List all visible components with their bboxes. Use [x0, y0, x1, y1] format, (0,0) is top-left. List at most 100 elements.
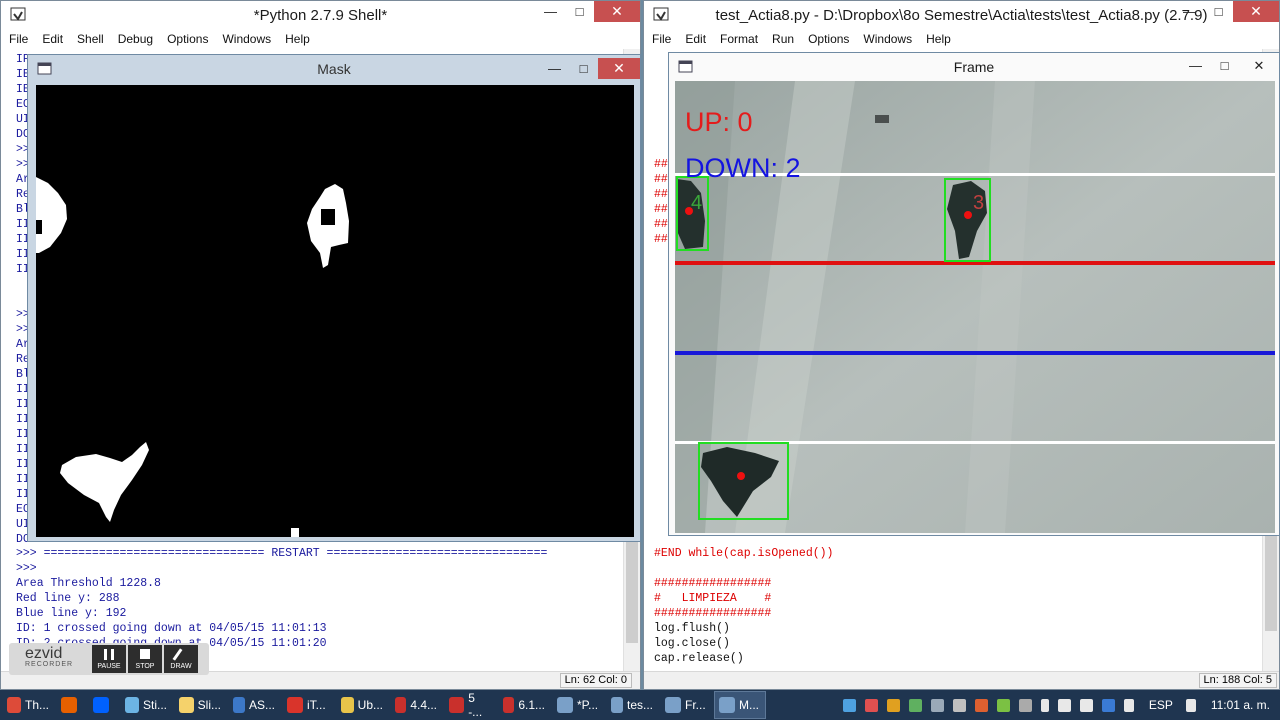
code-line: ################# — [654, 607, 772, 620]
shell-line: Area Threshold 1228.8 — [16, 577, 161, 590]
maximize-button[interactable]: □ — [569, 58, 598, 79]
shield-icon[interactable] — [1185, 698, 1196, 712]
maximize-button[interactable]: □ — [565, 1, 594, 22]
code-line: log.flush() — [654, 622, 730, 635]
stop-button[interactable]: STOP — [128, 645, 162, 673]
ezvid-recorder[interactable]: ezvid RECORDER PAUSE STOP DRAW — [9, 643, 209, 675]
code-line: cap.release() — [654, 652, 744, 665]
taskbar-item[interactable]: Th... — [2, 691, 54, 719]
close-button[interactable]: ✕ — [1233, 1, 1279, 22]
minimize-button[interactable]: — — [540, 58, 569, 79]
ezvid-logo: ezvid RECORDER — [9, 646, 89, 670]
taskbar-item[interactable]: *P... — [552, 691, 604, 719]
code-line: # LIMPIEZA # — [654, 592, 772, 605]
taskbar-item-label: M... — [739, 698, 759, 712]
taskbar-item-label: Ub... — [357, 698, 383, 712]
system-tray: ESP 11:01 a. m. — [842, 690, 1280, 720]
flag-icon[interactable] — [1123, 698, 1134, 712]
menu-item[interactable]: Run — [772, 32, 794, 46]
mask-window[interactable]: Mask — □ ✕ — [27, 54, 641, 542]
stop-label: STOP — [135, 663, 155, 670]
volume-icon[interactable] — [1079, 698, 1093, 712]
menu-item[interactable]: Help — [926, 32, 951, 46]
menu-item[interactable]: Format — [720, 32, 758, 46]
menu-item[interactable]: Windows — [222, 32, 271, 46]
taskbar-item[interactable]: Ub... — [336, 691, 388, 719]
menu-item[interactable]: Edit — [685, 32, 706, 46]
shell-line: >>> — [16, 562, 44, 575]
menu-item[interactable]: Edit — [42, 32, 63, 46]
minimize-button[interactable]: — — [1181, 55, 1210, 76]
taskbar-item-label: Sti... — [142, 698, 167, 712]
taskbar-item[interactable]: AS... — [228, 691, 280, 719]
draw-label: DRAW — [170, 663, 192, 670]
frame-window[interactable]: Frame — □ ✕ 4 3 UP: 0 DOWN: 2 — [668, 52, 1280, 536]
close-button[interactable]: ✕ — [598, 58, 640, 79]
app-icon — [7, 697, 21, 713]
code-line: #END while(cap.isOpened()) — [654, 547, 834, 560]
battery-icon[interactable] — [1040, 698, 1049, 712]
tray-icon[interactable] — [886, 698, 900, 712]
shell-output: >>> ================================ RES… — [16, 546, 547, 651]
editor-menubar: File Edit Format Run Options Windows Help — [644, 29, 1279, 49]
tray-icon[interactable] — [842, 698, 856, 712]
close-button[interactable]: ✕ — [1239, 55, 1279, 76]
menu-item[interactable]: Windows — [863, 32, 912, 46]
taskbar-item[interactable]: Sti... — [120, 691, 172, 719]
menu-item[interactable]: File — [652, 32, 671, 46]
minimize-button[interactable]: — — [1175, 1, 1204, 22]
taskbar-item[interactable]: 6.1... — [498, 691, 550, 719]
taskbar-item[interactable]: 5 -... — [444, 691, 496, 719]
centroid-bottom — [737, 472, 745, 480]
taskbar-item[interactable]: iT... — [282, 691, 334, 719]
taskbar-item-label: 4.4... — [410, 698, 437, 712]
track-id-3: 3 — [973, 192, 984, 214]
app-icon — [233, 697, 245, 713]
app-icon — [93, 697, 109, 713]
taskbar-item[interactable] — [88, 691, 118, 719]
tray-icon[interactable] — [908, 698, 922, 712]
tray-icon[interactable] — [996, 698, 1010, 712]
shell-titlebar[interactable]: *Python 2.7.9 Shell* — □ ✕ — [1, 1, 640, 29]
taskbar-item[interactable]: 4.4... — [390, 691, 442, 719]
menu-item[interactable]: Shell — [77, 32, 104, 46]
menu-item[interactable]: Debug — [118, 32, 153, 46]
app-icon — [665, 697, 681, 713]
pause-button[interactable]: PAUSE — [92, 645, 126, 673]
taskbar-item[interactable]: tes... — [606, 691, 658, 719]
app-icon — [61, 697, 77, 713]
tray-icon[interactable] — [952, 698, 966, 712]
minimize-button[interactable]: — — [536, 1, 565, 22]
clock[interactable]: 11:01 a. m. — [1211, 698, 1270, 712]
editor-hidden-lines: ## ## ## ## ## ## — [654, 157, 668, 247]
menu-item[interactable]: Options — [167, 32, 208, 46]
maximize-button[interactable]: □ — [1210, 55, 1239, 76]
tray-icon[interactable] — [864, 698, 878, 712]
close-button[interactable]: ✕ — [594, 1, 640, 22]
editor-cursor-position: Ln: 188 Col: 5 — [1198, 673, 1277, 688]
editor-titlebar[interactable]: test_Actia8.py - D:\Dropbox\8o Semestre\… — [644, 1, 1279, 29]
shell-cursor-position: Ln: 62 Col: 0 — [559, 673, 632, 688]
tray-icon[interactable] — [974, 698, 988, 712]
tray-icon[interactable] — [930, 698, 944, 712]
menu-item[interactable]: Help — [285, 32, 310, 46]
wifi-icon[interactable] — [1057, 698, 1071, 712]
tray-icon[interactable] — [1018, 698, 1032, 712]
taskbar-item[interactable]: Fr... — [660, 691, 712, 719]
draw-button[interactable]: DRAW — [164, 645, 198, 673]
taskbar-item-label: tes... — [626, 698, 653, 712]
taskbar-item-label: *P... — [577, 698, 599, 712]
language-indicator[interactable]: ESP — [1149, 698, 1173, 712]
frame-titlebar[interactable]: Frame — □ ✕ — [669, 53, 1279, 81]
pause-icon — [104, 649, 114, 660]
bluetooth-icon[interactable] — [1101, 698, 1115, 712]
mask-titlebar[interactable]: Mask — □ ✕ — [28, 55, 640, 83]
app-icon — [287, 697, 303, 713]
menu-item[interactable]: Options — [808, 32, 849, 46]
taskbar-item[interactable]: M... — [714, 691, 766, 719]
menu-item[interactable]: File — [9, 32, 28, 46]
taskbar-item[interactable] — [56, 691, 86, 719]
taskbar-item[interactable]: Sli... — [174, 691, 226, 719]
maximize-button[interactable]: □ — [1204, 1, 1233, 22]
